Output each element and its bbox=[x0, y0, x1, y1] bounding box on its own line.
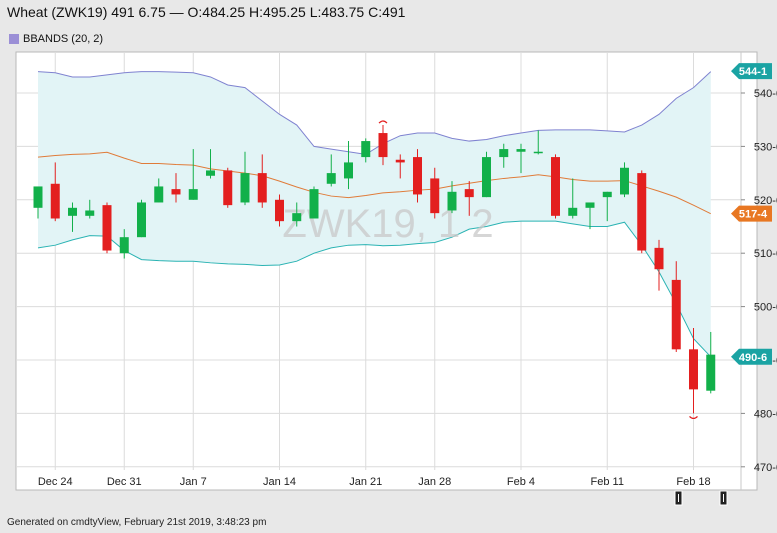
x-tick-label: Jan 14 bbox=[263, 476, 296, 488]
x-tick-label: Feb 4 bbox=[507, 476, 535, 488]
x-tick-label: Jan 28 bbox=[418, 476, 451, 488]
candle bbox=[309, 186, 319, 219]
price-tag-label: 517-4 bbox=[739, 209, 768, 221]
x-tick-label: Jan 21 bbox=[349, 476, 382, 488]
x-tick-label: Dec 31 bbox=[107, 476, 142, 488]
y-tick-label: 500-0 bbox=[754, 302, 777, 314]
candle bbox=[102, 202, 112, 254]
candle bbox=[482, 151, 491, 198]
candle bbox=[413, 149, 422, 203]
x-tick-label: Dec 24 bbox=[38, 476, 73, 488]
candle bbox=[223, 167, 233, 208]
price-tag: 517-4 bbox=[731, 205, 772, 222]
y-tick-label: 470-0 bbox=[754, 462, 777, 474]
x-tick-label: Feb 18 bbox=[676, 476, 710, 488]
candle bbox=[637, 170, 647, 254]
scroll-handles[interactable] bbox=[674, 490, 728, 506]
x-tick-label: Feb 11 bbox=[591, 476, 624, 488]
x-tick-label: Jan 7 bbox=[180, 476, 207, 488]
y-tick-label: 520-0 bbox=[754, 195, 777, 207]
price-tag: 544-1 bbox=[731, 63, 772, 80]
y-tick-label: 510-0 bbox=[754, 248, 777, 260]
price-tag-label: 544-1 bbox=[739, 66, 767, 78]
price-tag-label: 490-6 bbox=[739, 352, 767, 364]
y-tick-label: 540-0 bbox=[754, 88, 777, 100]
x-axis: Dec 24 Dec 31 Jan 7 Jan 14 Jan 21 Jan 28 Feb 4… bbox=[38, 476, 711, 488]
footer-text: Generated on cmdtyView, February 21st 20… bbox=[7, 517, 267, 528]
y-tick-label: 530-0 bbox=[754, 141, 777, 153]
price-tag: 490-6 bbox=[731, 348, 772, 365]
price-chart[interactable]: ZWK19, 1 2 470-0480-0490-0500-0510-0520-… bbox=[0, 0, 777, 533]
y-tick-label: 480-0 bbox=[754, 408, 777, 420]
candle bbox=[137, 199, 146, 238]
candle bbox=[551, 154, 560, 219]
